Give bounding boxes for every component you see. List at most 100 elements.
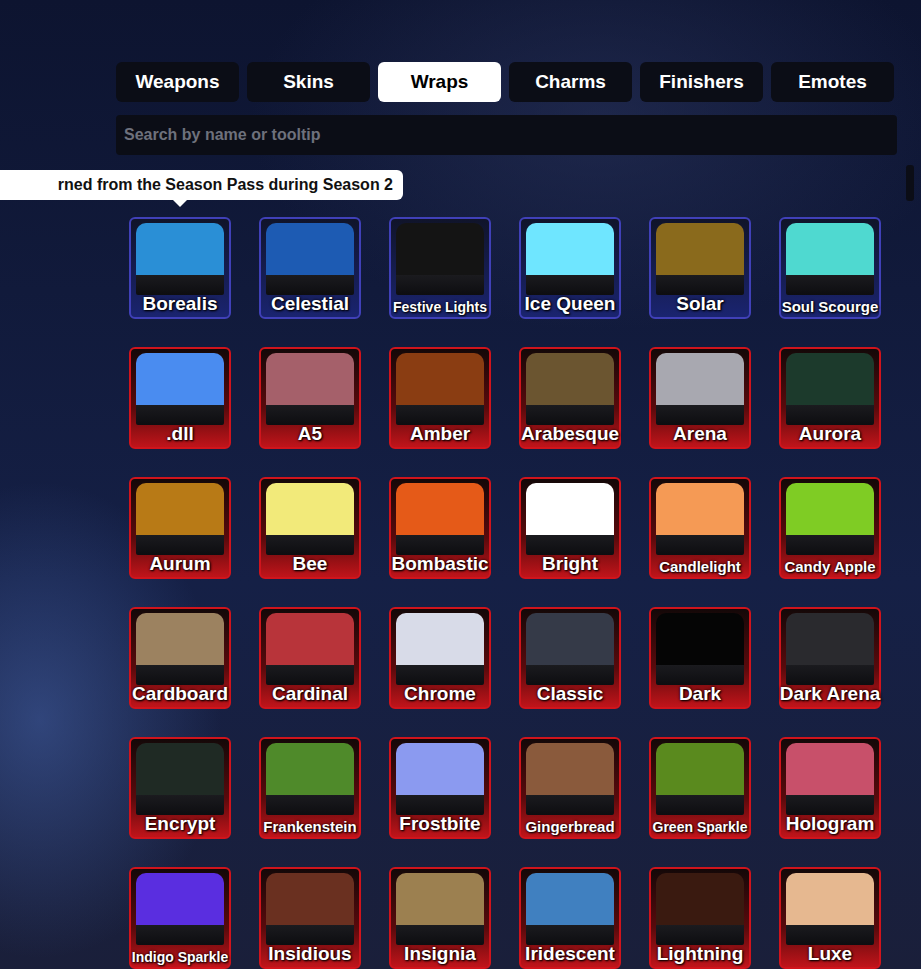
wrap-name: Candlelight [659, 558, 741, 575]
wrap-name: Green Sparkle [653, 819, 748, 835]
wrap-card[interactable]: Indigo Sparkle [129, 867, 231, 969]
wrap-swatch-icon [656, 743, 744, 815]
wrap-swatch-icon [526, 353, 614, 425]
scrollbar-thumb[interactable] [906, 165, 914, 201]
wrap-card[interactable]: Ice Queen [519, 217, 621, 319]
wrap-card[interactable]: Classic [519, 607, 621, 709]
wrap-swatch-icon [656, 353, 744, 425]
wrap-card[interactable]: Iridescent [519, 867, 621, 969]
wrap-card[interactable]: Green Sparkle [649, 737, 751, 839]
wrap-card[interactable]: Dark Arena [779, 607, 881, 709]
wrap-swatch-icon [526, 483, 614, 555]
wrap-swatch-icon [656, 613, 744, 685]
wrap-name: .dll [166, 423, 193, 445]
wrap-name: Cardinal [272, 683, 348, 705]
wrap-swatch-icon [526, 613, 614, 685]
wrap-name: Bright [542, 553, 598, 575]
tab[interactable]: Charms [509, 62, 632, 102]
wrap-card[interactable]: Borealis [129, 217, 231, 319]
wrap-swatch-icon [786, 353, 874, 425]
wrap-name: Gingerbread [525, 818, 614, 835]
tab[interactable]: Emotes [771, 62, 894, 102]
wrap-card[interactable]: Gingerbread [519, 737, 621, 839]
wrap-name: Amber [410, 423, 470, 445]
wrap-name: Insignia [404, 943, 476, 965]
wrap-name: Frankenstein [263, 818, 356, 835]
wrap-swatch-icon [786, 483, 874, 555]
wrap-name: Chrome [404, 683, 476, 705]
wrap-card[interactable]: Amber [389, 347, 491, 449]
search-field[interactable] [116, 115, 897, 155]
wrap-card[interactable]: Cardinal [259, 607, 361, 709]
wrap-card[interactable]: Bee [259, 477, 361, 579]
wrap-name: Solar [676, 293, 724, 315]
wrap-swatch-icon [136, 613, 224, 685]
wrap-swatch-icon [396, 613, 484, 685]
wrap-card[interactable]: Festive Lights [389, 217, 491, 319]
wrap-name: Indigo Sparkle [132, 949, 228, 965]
wrap-card[interactable]: Insidious [259, 867, 361, 969]
wrap-card[interactable]: Insignia [389, 867, 491, 969]
wrap-swatch-icon [136, 223, 224, 295]
wrap-card[interactable]: Aurum [129, 477, 231, 579]
wrap-swatch-icon [396, 353, 484, 425]
tooltip: rned from the Season Pass during Season … [0, 170, 403, 200]
wrap-name: Hologram [786, 813, 875, 835]
wrap-swatch-icon [526, 223, 614, 295]
wrap-card[interactable]: Luxe [779, 867, 881, 969]
wrap-card[interactable]: Frostbite [389, 737, 491, 839]
wrap-swatch-icon [656, 873, 744, 945]
wrap-card[interactable]: Arabesque [519, 347, 621, 449]
wrap-name: Lightning [657, 943, 744, 965]
wrap-card[interactable]: .dll [129, 347, 231, 449]
wrap-swatch-icon [786, 743, 874, 815]
wrap-swatch-icon [656, 223, 744, 295]
tab[interactable]: Weapons [116, 62, 239, 102]
tab[interactable]: Finishers [640, 62, 763, 102]
wrap-name: Luxe [808, 943, 852, 965]
wrap-swatch-icon [136, 873, 224, 945]
wrap-swatch-icon [526, 743, 614, 815]
wrap-name: Classic [537, 683, 604, 705]
wrap-grid: Borealis Celestial Festive Lights Ice Queen… [129, 217, 897, 969]
tooltip-arrow [173, 200, 187, 207]
wrap-swatch-icon [266, 223, 354, 295]
wrap-grid-area: rned from the Season Pass during Season … [116, 155, 897, 969]
tab-bar: WeaponsSkinsWrapsCharmsFinishersEmotes [116, 62, 897, 102]
wrap-card[interactable]: Frankenstein [259, 737, 361, 839]
wrap-name: Arena [673, 423, 727, 445]
wrap-card[interactable]: Arena [649, 347, 751, 449]
wrap-card[interactable]: Celestial [259, 217, 361, 319]
wrap-swatch-icon [136, 743, 224, 815]
wrap-swatch-icon [266, 353, 354, 425]
wrap-card[interactable]: Bright [519, 477, 621, 579]
wrap-swatch-icon [136, 483, 224, 555]
wrap-card[interactable]: A5 [259, 347, 361, 449]
wrap-card[interactable]: Dark [649, 607, 751, 709]
wrap-swatch-icon [786, 223, 874, 295]
wrap-card[interactable]: Candlelight [649, 477, 751, 579]
tab[interactable]: Skins [247, 62, 370, 102]
wrap-name: Ice Queen [525, 293, 616, 315]
wrap-card[interactable]: Lightning [649, 867, 751, 969]
wrap-card[interactable]: Candy Apple [779, 477, 881, 579]
wrap-swatch-icon [656, 483, 744, 555]
wrap-name: Encrypt [145, 813, 216, 835]
wrap-card[interactable]: Hologram [779, 737, 881, 839]
tooltip-text: rned from the Season Pass during Season … [58, 176, 393, 194]
wrap-swatch-icon [526, 873, 614, 945]
wrap-card[interactable]: Aurora [779, 347, 881, 449]
tab[interactable]: Wraps [378, 62, 501, 102]
wrap-swatch-icon [266, 483, 354, 555]
wrap-card[interactable]: Solar [649, 217, 751, 319]
wrap-swatch-icon [266, 743, 354, 815]
wrap-card[interactable]: Encrypt [129, 737, 231, 839]
wrap-card[interactable]: Cardboard [129, 607, 231, 709]
wrap-card[interactable]: Bombastic [389, 477, 491, 579]
wrap-swatch-icon [266, 873, 354, 945]
wrap-card[interactable]: Chrome [389, 607, 491, 709]
wrap-card[interactable]: Soul Scourge [779, 217, 881, 319]
wrap-name: Borealis [143, 293, 218, 315]
wrap-name: Insidious [268, 943, 351, 965]
wrap-swatch-icon [266, 613, 354, 685]
